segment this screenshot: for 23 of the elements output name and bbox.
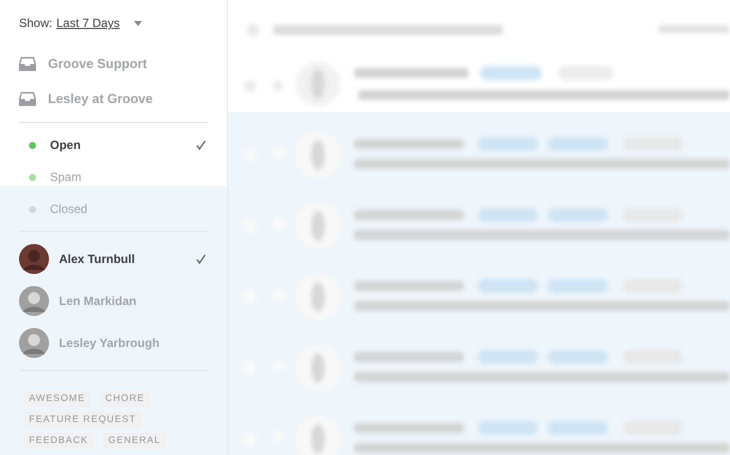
avatar-icon: [19, 328, 49, 358]
avatar-icon: [19, 244, 49, 274]
agent-filter[interactable]: Lesley Yarbrough: [59, 334, 206, 352]
caret-icon[interactable]: [134, 20, 142, 26]
tag[interactable]: CHORE: [100, 391, 150, 407]
avatar-icon: [19, 286, 49, 316]
status-filter[interactable]: Closed: [50, 200, 206, 218]
mailbox-item[interactable]: Groove Support: [48, 54, 147, 74]
inbox-icon: [19, 91, 36, 106]
status-filter[interactable]: Spam: [50, 168, 206, 186]
agent-filter[interactable]: Len Markidan: [59, 292, 206, 310]
tag[interactable]: FEATURE REQUEST: [24, 412, 142, 428]
tag[interactable]: AWESOME: [24, 391, 90, 407]
date-range-link[interactable]: Last 7 Days: [56, 14, 120, 32]
check-icon: [196, 254, 206, 264]
status-filter[interactable]: Open: [50, 136, 196, 154]
tag[interactable]: FEEDBACK: [24, 433, 94, 449]
check-icon: [196, 140, 206, 150]
mailbox-item[interactable]: Lesley at Groove: [48, 88, 153, 108]
show-label: Show:: [19, 15, 52, 32]
inbox-icon: [19, 56, 36, 71]
agent-filter[interactable]: Alex Turnbull: [59, 250, 196, 268]
tag[interactable]: GENERAL: [103, 433, 166, 449]
